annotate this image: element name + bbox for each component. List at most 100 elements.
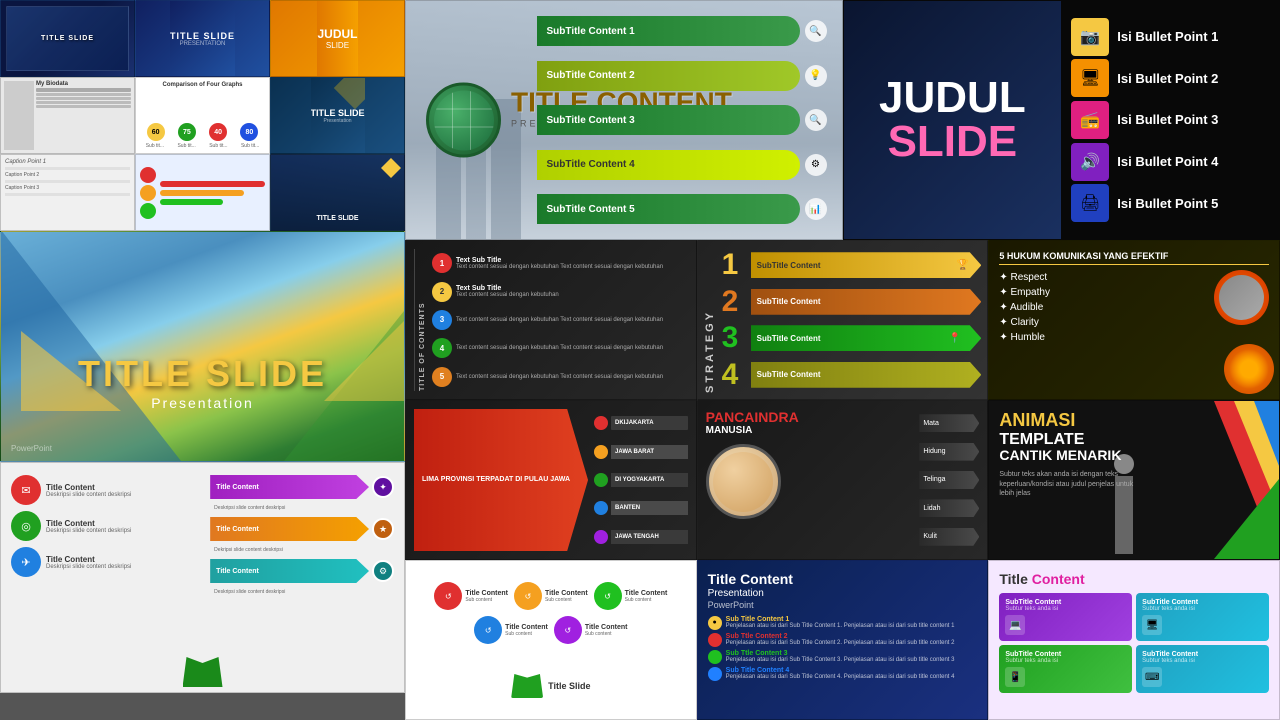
ribbon-item-3: SubTitle Content 3 [547,115,635,126]
bottom-center-title: Title Slide [548,681,590,691]
pancaindra-slide[interactable]: PANCAINDRA MANUSIA Mata [697,400,989,560]
bullet-item-3: 📻 Isi Bullet Point 3 [1071,101,1269,139]
ppt-item-2-label: Sub Ttle Content 2 [726,633,955,640]
strategy-item-2: SubTitle Content [757,297,821,306]
thumbnail-9-city[interactable]: TITLE SLIDE [270,154,405,231]
info-title-6: Title Content [216,568,259,575]
beach-sub: Presentation [1,395,404,411]
thumbnail-6-title-pres[interactable]: TITLE SLIDE Presentation [270,77,405,154]
sense-kulit: Kulit [923,533,937,540]
ppt-item-1-label: Sub Title Content 1 [726,616,955,623]
info-title-5: Title Content [216,526,259,533]
provinsi-item-3: DI YOGYAKARTA [615,477,664,483]
thumb3-judul: JUDUL [317,27,357,41]
provinsi-item-5: JAWA TENGAH [615,534,659,540]
sense-mata: Mata [923,420,939,427]
toc-slide[interactable]: TITLE OF CONTENTS 1 Text Sub Title Text … [405,240,697,400]
strategy-item-4: SubTitle Content [757,370,821,379]
judul-main-title: JUDUL [879,76,1026,120]
tc-item-2: SubTitle Content [1142,599,1263,606]
bc-title-2: Title Content [545,590,588,597]
beach-title: TITLE SLIDE [1,353,404,395]
tc-right-title: Title Content [999,571,1269,587]
animasi-slide[interactable]: ANIMASI TEMPLATE CANTIK MENARIK Subtur t… [988,400,1280,560]
thumb7-sub: Presentation [323,118,351,124]
thumb3-sub: SLIDE [326,41,349,50]
thumb5-label: My Biodata [36,81,131,87]
hukum-item-5: ✦ Humble [999,330,1269,345]
thumb7-label: TITLE SLIDE [311,108,365,118]
globe-icon [426,83,501,158]
strategy-item-3: SubTitle Content [757,334,821,343]
strategy-item-1: SubTitle Content [757,261,821,270]
thumbnail-7-caption[interactable]: Caption Point 1 Caption Point 2 Caption … [0,154,135,231]
bc-title-1: Title Content [465,590,508,597]
judul-slide[interactable]: JUDUL SLIDE 📷 Isi Bullet Point 1 🖥 Isi B… [843,0,1280,240]
provinsi-slide[interactable]: LIMA PROVINSI TERPADAT DI PULAU JAWA DKI… [405,400,697,560]
thumbnail-8-infographic[interactable] [135,154,270,231]
provinsi-item-2: JAWA BARAT [615,449,654,455]
bullet-item-1: 📷 Isi Bullet Point 1 [1071,18,1269,56]
hukum-title: 5 HUKUM KOMUNIKASI YANG EFEKTIF [999,251,1269,265]
ribbon-item-1: SubTitle Content 1 [547,26,635,37]
thumb6-label: Comparison of Four Graphs [140,82,265,88]
ribbon-item-5: SubTitle Content 5 [547,204,635,215]
provinsi-item-4: BANTEN [615,505,640,511]
info-title-1: Title Content [46,483,131,492]
bc-title-5: Title Content [585,624,628,631]
title-content-ppt-slide[interactable]: Title Content Presentation PowerPoint ● … [697,560,989,720]
info-desc-1: Deskripsi slide content deskripsi [46,492,131,498]
info-desc-5: Dekripsi slide content deskripsi [210,547,394,553]
animasi-title1: ANIMASI [999,411,1269,431]
strategy-title: STRATEGY [704,247,716,393]
green-ribbon-slide[interactable]: TITLE CONTENT PRESENTATION SubTitle Cont… [405,0,843,240]
thumb1-label: TITLE SLIDE [41,35,94,42]
hukum-slide[interactable]: 5 HUKUM KOMUNIKASI YANG EFEKTIF ✦ Respec… [988,240,1280,400]
beach-watermark: PowerPoint [11,444,52,453]
ppt-item-3-desc: Penjelasan atau isi dari Sub Title Conte… [726,657,955,663]
tc-item-1: SubTitle Content [1005,599,1126,606]
strategy-slide[interactable]: STRATEGY 1 SubTitle Content 🏆 2 SubTitle… [697,240,989,400]
info-desc-2: Deskripsi slide content deskripsi [46,528,131,534]
info-title-3: Title Content [46,555,131,564]
thumb2-label: TITLE SLIDE [170,31,235,41]
thumbnail-3[interactable]: JUDUL SLIDE [270,0,405,77]
title-content-right-slide[interactable]: Title Content SubTitle Content Subtur te… [988,560,1280,720]
bullet-item-5: 🖨 Isi Bullet Point 5 [1071,184,1269,222]
ppt-item-2-desc: Penjelasan atau isi dari Sub Title Conte… [726,640,955,646]
ppt-watermark: PowerPoint [708,600,978,610]
pancaindra-subtitle: MANUSIA [706,425,912,436]
thumb11-label: TITLE SLIDE [317,215,359,222]
bc-title-3: Title Content [625,590,668,597]
sense-hidung: Hidung [923,448,945,455]
info-desc-6: Deskripsi slide content deskripsi [210,589,394,595]
thumbnail-1[interactable]: TITLE SLIDE [0,0,135,77]
info-title-4: Title Content [216,484,259,491]
animasi-title3: CANTIK MENARIK [999,448,1269,463]
thumbnail-2[interactable]: TITLE SLIDE PRESENTATION [135,0,270,77]
bottom-left-infographic[interactable]: ✉ Title Content Deskripsi slide content … [0,462,405,693]
bullet-item-2: 🖥 Isi Bullet Point 2 [1071,59,1269,97]
provinsi-item-1: DKIJAKARTA [615,420,654,426]
provinsi-main-title: LIMA PROVINSI TERPADAT DI PULAU JAWA [422,475,570,485]
bottom-center-circles[interactable]: ↺ Title Content Sub content ↺ Title Cont… [405,560,697,720]
thumbnail-5-comparison[interactable]: Comparison of Four Graphs 60 75 40 80 [135,77,270,154]
tc-item-4: SubTitle Content [1142,651,1263,658]
toc-title: TITLE OF CONTENTS [414,249,426,391]
pancaindra-face [706,444,781,519]
thumb2-sub: PRESENTATION [180,41,226,47]
bc-title-4: Title Content [505,624,548,631]
info-title-2: Title Content [46,519,131,528]
pancaindra-title: PANCAINDRA [706,409,912,425]
animasi-sub: Subtur teks akan anda isi dengan teks ke… [999,470,1149,499]
info-desc-3: Deskripsi slide content deskripsi [46,564,131,570]
ppt-sub: Presentation [708,588,978,600]
ppt-item-3-label: Sub Ttle Content 3 [726,650,955,657]
ppt-item-1-desc: Penjelasan atau isi dari Sub Title Conte… [726,623,955,629]
thumbnail-4-biodata[interactable]: My Biodata [0,77,135,154]
beach-slide[interactable]: TITLE SLIDE Presentation PowerPoint [0,231,405,462]
bullet-item-4: 🔊 Isi Bullet Point 4 [1071,143,1269,181]
ppt-main-title: Title Content [708,571,978,588]
sense-lidah: Lidah [923,505,940,512]
tc-item-3: SubTitle Content [1005,651,1126,658]
